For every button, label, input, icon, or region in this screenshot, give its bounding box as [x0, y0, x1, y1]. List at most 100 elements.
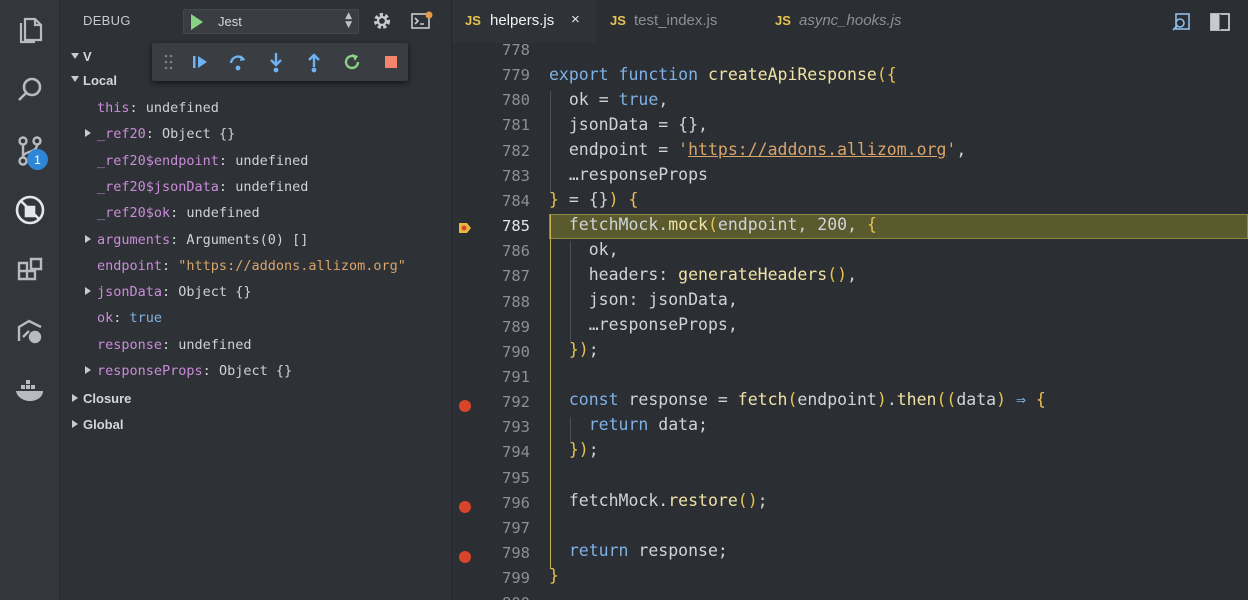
debug-sidebar: DEBUG Jest ▲ ▼ V Local this: undefined _re… [60, 0, 452, 600]
step-into-icon[interactable] [265, 51, 287, 73]
line-number[interactable]: 779 [486, 66, 530, 84]
variable-row[interactable]: endpoint: "https://addons.allizom.org" [60, 253, 452, 279]
code-line-794: }); [568, 440, 599, 459]
variable-row[interactable]: ok: true [60, 305, 452, 331]
editor-tabs: JS helpers.js × JS test_index.js JS asyn… [452, 0, 1248, 43]
breakpoint-icon[interactable] [459, 400, 471, 413]
variable-row[interactable]: this: undefined [60, 95, 452, 121]
line-number[interactable]: 784 [486, 192, 530, 210]
tab-helpers-js[interactable]: JS helpers.js × [452, 0, 596, 43]
js-file-icon: JS [775, 13, 791, 28]
variable-text: _ref20$endpoint: undefined [97, 152, 309, 169]
tab-label: test_index.js [634, 12, 718, 29]
line-number[interactable]: 783 [486, 167, 530, 185]
line-number[interactable]: 790 [486, 343, 530, 361]
variable-value: undefined [235, 178, 309, 195]
docker-icon[interactable] [10, 370, 50, 410]
variable-row[interactable]: jsonData: Object {} [60, 279, 452, 305]
line-number[interactable]: 793 [486, 418, 530, 436]
scope-global-label: Global [83, 417, 124, 432]
debug-console-icon[interactable] [411, 10, 433, 32]
variable-row[interactable]: _ref20$endpoint: undefined [60, 148, 452, 174]
line-number[interactable]: 800 [486, 594, 530, 600]
breakpoint-icon[interactable] [459, 500, 471, 513]
line-number[interactable]: 796 [486, 494, 530, 512]
step-over-icon[interactable] [227, 51, 249, 73]
source-control-icon[interactable]: 1 [10, 130, 50, 170]
code-line-789: …responseProps, [588, 315, 738, 334]
stop-icon[interactable] [380, 51, 402, 73]
scope-closure[interactable]: Closure [60, 385, 452, 411]
open-changes-icon[interactable] [1171, 11, 1193, 33]
code-line-792: const response = fetch(endpoint).then((d… [568, 390, 1046, 409]
current-execution-icon [459, 223, 471, 233]
variable-row[interactable]: responseProps: Object {} [60, 358, 452, 384]
line-number[interactable]: 797 [486, 519, 530, 537]
scope-global[interactable]: Global [60, 411, 452, 437]
search-icon[interactable] [10, 70, 50, 110]
scope-local-label: Local [83, 73, 117, 88]
variable-text: response: undefined [97, 336, 252, 353]
variable-name: responseProps [97, 363, 203, 379]
drag-handle-icon[interactable] [164, 54, 174, 70]
variable-text: ok: true [97, 310, 163, 327]
variable-row[interactable]: response: undefined [60, 332, 452, 358]
variable-name: response [97, 336, 163, 353]
line-number[interactable]: 785 [486, 217, 530, 235]
debug-title: DEBUG [83, 13, 131, 28]
debug-icon[interactable] [10, 190, 50, 230]
tab-test-index-js[interactable]: JS test_index.js [597, 0, 761, 43]
line-number[interactable]: 780 [486, 91, 530, 109]
line-number[interactable]: 795 [486, 469, 530, 487]
line-number[interactable]: 798 [486, 544, 530, 562]
variable-row[interactable]: arguments: Arguments(0) [] [60, 227, 452, 253]
code-line-780: ok = true, [568, 90, 669, 109]
line-number[interactable]: 789 [486, 318, 530, 336]
code-editor[interactable]: 778 779 780 781 782 783 784 785 786 787 788 789 790 7… [452, 43, 1248, 600]
continue-icon[interactable] [189, 51, 211, 73]
gear-icon[interactable] [371, 10, 393, 32]
code-line-788: json: jsonData, [588, 290, 738, 309]
line-number[interactable]: 791 [486, 368, 530, 386]
code-line-783: …responseProps [568, 165, 708, 184]
files-icon[interactable] [10, 9, 50, 49]
variable-value: Object {} [178, 284, 252, 301]
variable-value: undefined [178, 336, 252, 353]
collapse-arrow-icon[interactable] [85, 366, 91, 374]
debug-toolbar [152, 43, 408, 81]
select-arrows-icon: ▲ ▼ [345, 11, 352, 30]
close-icon[interactable]: × [571, 11, 580, 28]
breakpoint-icon[interactable] [459, 551, 471, 563]
collapse-arrow-icon[interactable] [85, 287, 91, 296]
line-number[interactable]: 786 [486, 242, 530, 260]
debug-header: DEBUG Jest ▲ ▼ [60, 0, 452, 43]
remote-icon[interactable] [10, 310, 50, 350]
line-number[interactable]: 787 [486, 267, 530, 285]
line-number[interactable]: 794 [486, 443, 530, 461]
split-editor-icon[interactable] [1209, 11, 1231, 33]
launch-config-select[interactable]: Jest ▲ ▼ [183, 9, 359, 34]
variable-row[interactable]: _ref20: Object {} [60, 121, 452, 147]
line-number[interactable]: 799 [486, 569, 530, 587]
tab-async-hooks-js[interactable]: JS async_hooks.js [762, 0, 940, 43]
line-number[interactable]: 788 [486, 293, 530, 311]
line-number[interactable]: 778 [486, 43, 530, 59]
extensions-icon[interactable] [10, 250, 50, 290]
line-number[interactable]: 781 [486, 116, 530, 134]
start-debugging-icon[interactable] [191, 14, 203, 30]
code-line-793: return data; [588, 415, 708, 434]
restart-icon[interactable] [341, 51, 363, 73]
variable-row[interactable]: _ref20$jsonData: undefined [60, 174, 452, 200]
variable-text: endpoint: "https://addons.allizom.org" [97, 257, 406, 274]
line-number[interactable]: 782 [486, 142, 530, 160]
variable-name: _ref20$endpoint [97, 152, 219, 169]
variable-text: _ref20$ok: undefined [97, 205, 260, 222]
collapse-arrow-icon[interactable] [85, 234, 91, 243]
url-link[interactable]: https://addons.allizom.org [688, 140, 946, 159]
collapse-arrow-icon[interactable] [85, 129, 91, 138]
step-out-icon[interactable] [303, 51, 325, 73]
variable-row[interactable]: _ref20$ok: undefined [60, 200, 452, 226]
line-number[interactable]: 792 [486, 393, 530, 411]
code-line-779: export function createApiResponse({ [549, 65, 897, 84]
code-line-786: ok, [588, 240, 619, 259]
